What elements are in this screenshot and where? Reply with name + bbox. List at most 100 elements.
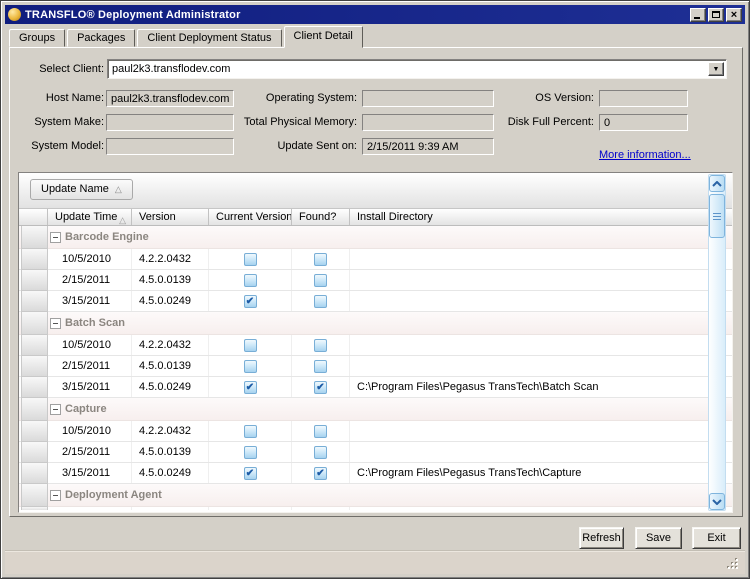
current-version-checkbox[interactable]	[243, 359, 257, 373]
minimize-button[interactable]	[690, 7, 706, 22]
table-row-partial	[19, 507, 732, 510]
save-button[interactable]: Save	[635, 527, 682, 549]
group-name: Deployment Agent	[65, 489, 162, 501]
cell-version: 4.2.2.0432	[132, 249, 209, 269]
cell-install-directory: C:\Program Files\Pegasus TransTech\Captu…	[350, 463, 712, 483]
cell-update-time: 2/15/2011	[48, 270, 132, 290]
cell-install-directory	[350, 421, 712, 441]
update-sent-on-field[interactable]	[362, 138, 494, 155]
found-checkbox[interactable]	[314, 445, 327, 459]
row-indicator	[21, 270, 48, 291]
chevron-down-icon	[712, 498, 722, 505]
select-client-label: Select Client:	[39, 63, 104, 75]
tab-client-detail[interactable]: Client Detail	[283, 26, 363, 48]
found-checkbox[interactable]: ✔	[314, 466, 327, 480]
found-checkbox[interactable]	[314, 359, 327, 373]
tab-client-deployment-status[interactable]: Client Deployment Status	[137, 29, 282, 47]
cell-current-version	[209, 356, 292, 376]
tab-groups[interactable]: Groups	[9, 29, 66, 47]
found-checkbox[interactable]: ✔	[314, 380, 327, 394]
current-version-checkbox[interactable]	[243, 445, 257, 459]
row-indicator	[21, 356, 48, 377]
current-version-checkbox[interactable]	[243, 252, 257, 266]
table-row[interactable]: 10/5/2010 4.2.2.0432	[19, 421, 732, 442]
column-label: Update Time	[55, 211, 118, 223]
scroll-down-button[interactable]	[709, 493, 725, 510]
cell-current-version: ✔	[209, 291, 292, 311]
cell-found	[292, 356, 350, 376]
collapse-icon[interactable]	[50, 318, 61, 329]
table-row[interactable]: 10/5/2010 4.2.2.0432	[19, 249, 732, 270]
found-checkbox[interactable]	[314, 338, 327, 352]
current-version-checkbox[interactable]: ✔	[243, 294, 257, 308]
collapse-icon[interactable]	[50, 404, 61, 415]
disk-full-percent-label: Disk Full Percent:	[507, 116, 594, 128]
refresh-button[interactable]: Refresh	[579, 527, 624, 549]
os-version-label: OS Version:	[535, 92, 594, 104]
table-row[interactable]: 3/15/2011 4.5.0.0249 ✔ ✔ C:\Program Files\Pe…	[19, 377, 732, 398]
maximize-button[interactable]	[708, 7, 724, 22]
cell-install-directory	[350, 249, 712, 269]
row-indicator	[21, 421, 48, 442]
cell-update-time: 2/15/2011	[48, 442, 132, 462]
group-header-row[interactable]: Capture	[19, 398, 732, 421]
found-checkbox[interactable]	[314, 252, 327, 266]
disk-full-percent-field[interactable]	[599, 114, 688, 131]
cell-install-directory	[350, 335, 712, 355]
row-indicator	[21, 226, 48, 249]
table-row[interactable]: 2/15/2011 4.5.0.0139	[19, 442, 732, 463]
cell	[132, 507, 209, 510]
found-checkbox[interactable]	[314, 424, 327, 438]
tab-packages[interactable]: Packages	[67, 29, 136, 47]
select-client-dropdown-button[interactable]: ▼	[708, 62, 724, 76]
current-version-checkbox[interactable]: ✔	[243, 466, 257, 480]
header-current-version[interactable]: Current Version?	[209, 209, 292, 225]
select-client-combobox[interactable]: paul2k3.transflodev.com ▼	[107, 59, 727, 79]
grid-group-by-bar: Update Name △	[19, 173, 732, 208]
scroll-up-button[interactable]	[709, 175, 725, 192]
chevron-down-icon: ▼	[712, 65, 720, 73]
title-bar: TRANSFLO® Deployment Administrator ×	[5, 5, 745, 24]
current-version-checkbox[interactable]	[243, 273, 257, 287]
table-row[interactable]: 3/15/2011 4.5.0.0249 ✔	[19, 291, 732, 312]
group-by-update-name-button[interactable]: Update Name △	[30, 179, 133, 200]
header-install-directory[interactable]: Install Directory	[350, 209, 712, 225]
group-header-row[interactable]: Batch Scan	[19, 312, 732, 335]
header-found[interactable]: Found?	[292, 209, 350, 225]
collapse-icon[interactable]	[50, 490, 61, 501]
header-version[interactable]: Version	[132, 209, 209, 225]
cell-update-time: 10/5/2010	[48, 335, 132, 355]
found-checkbox[interactable]	[314, 273, 327, 287]
close-button[interactable]: ×	[726, 7, 742, 22]
sort-ascending-icon: △	[119, 215, 126, 225]
row-indicator	[21, 463, 48, 484]
table-row[interactable]: 2/15/2011 4.5.0.0139	[19, 356, 732, 377]
current-version-checkbox[interactable]	[243, 338, 257, 352]
current-version-checkbox[interactable]	[243, 424, 257, 438]
resize-grip-icon[interactable]	[727, 558, 729, 560]
total-physical-memory-field[interactable]	[362, 114, 494, 131]
exit-button[interactable]: Exit	[692, 527, 741, 549]
vertical-scrollbar[interactable]	[708, 174, 726, 511]
cell-install-directory: C:\Program Files\Pegasus TransTech\Batch…	[350, 377, 712, 397]
collapse-icon[interactable]	[50, 232, 61, 243]
header-update-time[interactable]: Update Time △	[48, 209, 132, 225]
table-row[interactable]: 2/15/2011 4.5.0.0139	[19, 270, 732, 291]
window-title: TRANSFLO® Deployment Administrator	[25, 8, 241, 21]
column-label: Found?	[299, 211, 337, 223]
scroll-thumb[interactable]	[709, 194, 725, 238]
os-version-field[interactable]	[599, 90, 688, 107]
group-header-row[interactable]: Barcode Engine	[19, 226, 732, 249]
operating-system-field[interactable]	[362, 90, 494, 107]
table-row[interactable]: 10/5/2010 4.2.2.0432	[19, 335, 732, 356]
chevron-up-icon	[712, 180, 722, 187]
row-indicator	[21, 484, 48, 507]
cell-install-directory	[350, 356, 712, 376]
table-row[interactable]: 3/15/2011 4.5.0.0249 ✔ ✔ C:\Program Files\Pe…	[19, 463, 732, 484]
current-version-checkbox[interactable]: ✔	[243, 380, 257, 394]
updates-grid: Update Name △ Update Time △ Version Curren…	[18, 172, 733, 513]
found-checkbox[interactable]	[314, 294, 327, 308]
group-header-row[interactable]: Deployment Agent	[19, 484, 732, 507]
column-label: Install Directory	[357, 211, 433, 223]
more-information-link[interactable]: More information...	[599, 149, 691, 161]
